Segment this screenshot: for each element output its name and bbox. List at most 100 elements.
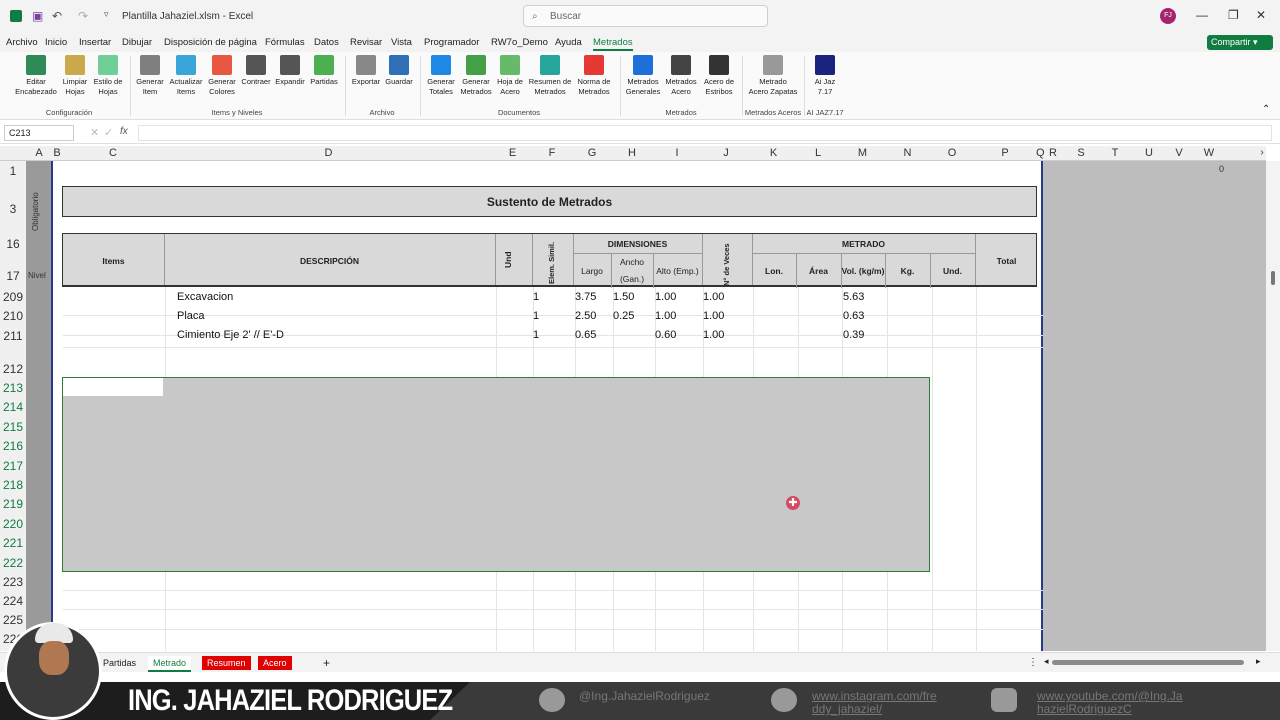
cell-ancho[interactable]: 0.25 <box>613 310 634 322</box>
save-icon[interactable]: ▣ <box>32 9 43 23</box>
menu-archivo[interactable]: Archivo <box>6 37 38 48</box>
cell-largo[interactable]: 3.75 <box>575 291 596 303</box>
name-box[interactable]: C213 <box>4 125 74 141</box>
row-header[interactable]: 17 <box>0 269 26 283</box>
menu-insertar[interactable]: Insertar <box>79 37 111 48</box>
generar-colores-button[interactable]: Generar Colores <box>205 55 239 97</box>
cell-vol[interactable]: 0.39 <box>843 329 864 341</box>
ribbon-collapse-icon[interactable]: ⌃ <box>1262 104 1270 115</box>
row-header[interactable]: 224 <box>0 594 26 608</box>
col-header[interactable]: P <box>974 147 1036 159</box>
generar-item-button[interactable]: Generar Item <box>133 55 167 97</box>
col-header[interactable]: A <box>32 147 46 159</box>
row-header[interactable]: 212 <box>0 362 26 376</box>
instagram-link-1[interactable]: www.instagram.com/fre <box>812 690 937 702</box>
cell-elem[interactable]: 1 <box>533 310 539 322</box>
close-icon[interactable]: ✕ <box>1256 8 1266 22</box>
row-header[interactable]: 217 <box>0 459 26 473</box>
generar-metrados-button[interactable]: Generar Metrados <box>458 55 494 97</box>
col-header[interactable]: C <box>63 147 163 159</box>
col-header[interactable]: E <box>494 147 531 159</box>
col-header[interactable]: S <box>1070 147 1092 159</box>
row-header[interactable]: 223 <box>0 575 26 589</box>
row-header[interactable]: 214 <box>0 400 26 414</box>
row-header[interactable]: 215 <box>0 420 26 434</box>
cell-elem[interactable]: 1 <box>533 329 539 341</box>
resumen-metrados-button[interactable]: Resumen de Metrados <box>526 55 574 97</box>
restore-icon[interactable]: ❐ <box>1228 8 1239 22</box>
menu-programador[interactable]: Programador <box>424 37 479 48</box>
row-header[interactable]: 220 <box>0 517 26 531</box>
menu-vista[interactable]: Vista <box>391 37 412 48</box>
editar-encabezado-button[interactable]: Editar Encabezado <box>13 55 59 97</box>
row-header[interactable]: 216 <box>0 439 26 453</box>
menu-inicio[interactable]: Inicio <box>45 37 67 48</box>
add-sheet-button[interactable]: + <box>318 654 335 672</box>
cell-vol[interactable]: 0.63 <box>843 310 864 322</box>
cell-alto[interactable]: 0.60 <box>655 329 676 341</box>
col-header[interactable]: B <box>51 147 63 159</box>
customize-qat-icon[interactable]: ▿ <box>104 9 109 20</box>
partidas-button[interactable]: Partidas <box>307 55 341 87</box>
cell-alto[interactable]: 1.00 <box>655 291 676 303</box>
cell-ancho[interactable]: 1.50 <box>613 291 634 303</box>
actualizar-items-button[interactable]: Actualizar Items <box>167 55 205 97</box>
cell-largo[interactable]: 0.65 <box>575 329 596 341</box>
col-header[interactable]: Q <box>1036 147 1045 159</box>
confirm-icon[interactable]: ✓ <box>104 126 113 139</box>
hoja-acero-button[interactable]: Hoja de Acero <box>494 55 526 97</box>
row-header[interactable]: 16 <box>0 237 26 251</box>
col-header[interactable]: U <box>1138 147 1160 159</box>
menu-ayuda[interactable]: Ayuda <box>555 37 582 48</box>
cell-elem[interactable]: 1 <box>533 291 539 303</box>
youtube-link-2[interactable]: hazielRodriguezC <box>1037 703 1132 715</box>
fx-icon[interactable]: fx <box>120 126 128 137</box>
instagram-link-2[interactable]: ddy_jahaziel/ <box>812 703 882 715</box>
cell-largo[interactable]: 2.50 <box>575 310 596 322</box>
active-cell[interactable] <box>63 378 163 396</box>
menu-dibujar[interactable]: Dibujar <box>122 37 152 48</box>
formula-input[interactable] <box>138 125 1272 141</box>
scroll-right-icon[interactable]: › <box>1258 147 1266 158</box>
scroll-left-icon[interactable]: ◂ <box>1044 656 1049 667</box>
col-header[interactable]: D <box>163 147 494 159</box>
share-button[interactable]: Compartir ▾ <box>1207 35 1273 50</box>
norma-metrados-button[interactable]: Norma de Metrados <box>574 55 614 97</box>
expandir-button[interactable]: Expandir <box>273 55 307 87</box>
col-header[interactable]: R <box>1045 147 1061 159</box>
row-header[interactable]: 3 <box>0 202 26 216</box>
exportar-button[interactable]: Exportar <box>349 55 383 87</box>
cell-veces[interactable]: 1.00 <box>703 329 724 341</box>
row-header[interactable]: 225 <box>0 613 26 627</box>
contraer-button[interactable]: Contraer <box>239 55 273 87</box>
cell-descripcion[interactable]: Excavacion <box>177 291 233 303</box>
youtube-link-1[interactable]: www.youtube.com/@Ing.Ja <box>1037 690 1183 702</box>
cell-alto[interactable]: 1.00 <box>655 310 676 322</box>
generar-totales-button[interactable]: Generar Totales <box>424 55 458 97</box>
estilo-hojas-button[interactable]: Estilo de Hojas <box>91 55 125 97</box>
row-header[interactable]: 218 <box>0 478 26 492</box>
row-header[interactable]: 221 <box>0 536 26 550</box>
row-header[interactable]: 219 <box>0 497 26 511</box>
ai-jaz-button[interactable]: Ai Jaz 7.17 <box>808 55 842 97</box>
horizontal-scroll-thumb[interactable] <box>1052 660 1244 665</box>
row-header[interactable]: 213 <box>0 381 26 395</box>
col-header[interactable]: G <box>573 147 611 159</box>
col-header[interactable]: T <box>1104 147 1126 159</box>
redo-icon[interactable]: ↷ <box>78 9 88 23</box>
col-header[interactable]: I <box>653 147 701 159</box>
cell-veces[interactable]: 1.00 <box>703 310 724 322</box>
row-header[interactable]: 222 <box>0 556 26 570</box>
row-header[interactable]: 1 <box>0 164 26 178</box>
row-header[interactable]: 211 <box>0 329 26 343</box>
tab-partidas[interactable]: Partidas <box>98 656 141 670</box>
cell-descripcion[interactable]: Placa <box>177 310 205 322</box>
row-header[interactable]: 209 <box>0 290 26 304</box>
tab-metrado[interactable]: Metrado <box>148 656 192 672</box>
menu-disposicion[interactable]: Disposición de página <box>164 37 257 48</box>
col-header[interactable]: N <box>885 147 930 159</box>
col-header[interactable]: H <box>611 147 653 159</box>
cell-veces[interactable]: 1.00 <box>703 291 724 303</box>
col-header[interactable]: F <box>531 147 573 159</box>
cell-vol[interactable]: 5.63 <box>843 291 864 303</box>
